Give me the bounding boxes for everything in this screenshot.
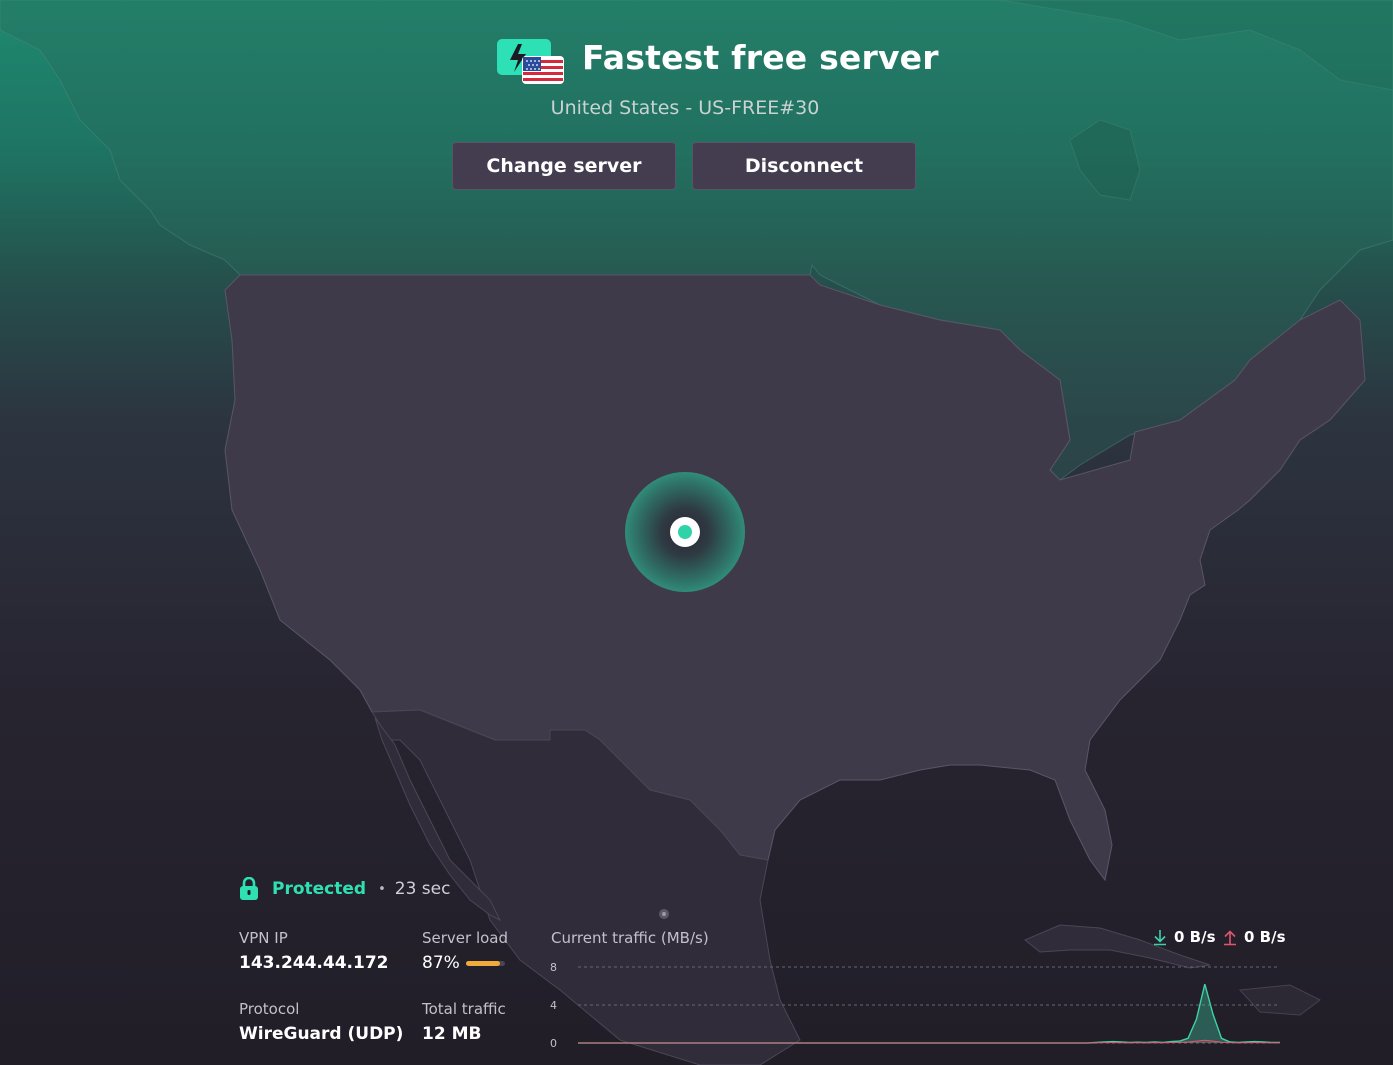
connection-status: Protected • 23 sec xyxy=(239,877,450,901)
upload-rate-value: 0 B/s xyxy=(1244,928,1286,946)
total-traffic-label: Total traffic xyxy=(422,1000,506,1018)
vpn-ip-label: VPN IP xyxy=(239,929,288,947)
marker-center xyxy=(670,517,700,547)
chart-y-tick-label: 0 xyxy=(550,1037,557,1050)
server-location-marker[interactable] xyxy=(625,472,745,592)
server-load-value: 87% xyxy=(422,953,460,973)
total-traffic-value: 12 MB xyxy=(422,1024,482,1044)
lock-icon xyxy=(240,877,258,900)
server-load-fill xyxy=(466,961,500,966)
page-title: Fastest free server xyxy=(582,38,939,77)
server-load-label: Server load xyxy=(422,929,509,947)
vpn-ip-value: 143.244.44.172 xyxy=(239,953,389,973)
chart-area-download xyxy=(578,984,1280,1043)
upload-rate: 0 B/s xyxy=(1221,928,1286,946)
chart-y-tick-label: 4 xyxy=(550,999,557,1012)
status-separator: • xyxy=(378,881,386,897)
marker-dot xyxy=(678,525,692,539)
change-server-button[interactable]: Change server xyxy=(452,142,676,190)
status-text: Protected xyxy=(272,879,367,899)
bolt-with-us-flag-icon xyxy=(497,39,564,84)
arrow-down-icon xyxy=(1154,930,1166,946)
server-subtitle: United States - US-FREE#30 xyxy=(550,97,820,119)
chart-y-tick-label: 8 xyxy=(550,961,557,974)
traffic-chart: 8 4 0 xyxy=(550,961,1280,1050)
download-rate: 0 B/s xyxy=(1151,928,1216,946)
connection-duration: 23 sec xyxy=(394,879,451,899)
download-rate-value: 0 B/s xyxy=(1174,928,1216,946)
server-load-bar xyxy=(466,961,505,966)
protocol-label: Protocol xyxy=(239,1000,300,1018)
map-pin-dot[interactable] xyxy=(659,909,669,919)
disconnect-button[interactable]: Disconnect xyxy=(692,142,916,190)
chart-line-download xyxy=(578,983,1280,1044)
arrow-up-icon xyxy=(1224,930,1236,946)
traffic-chart-title: Current traffic (MB/s) xyxy=(551,929,709,947)
protocol-value: WireGuard (UDP) xyxy=(239,1024,404,1044)
